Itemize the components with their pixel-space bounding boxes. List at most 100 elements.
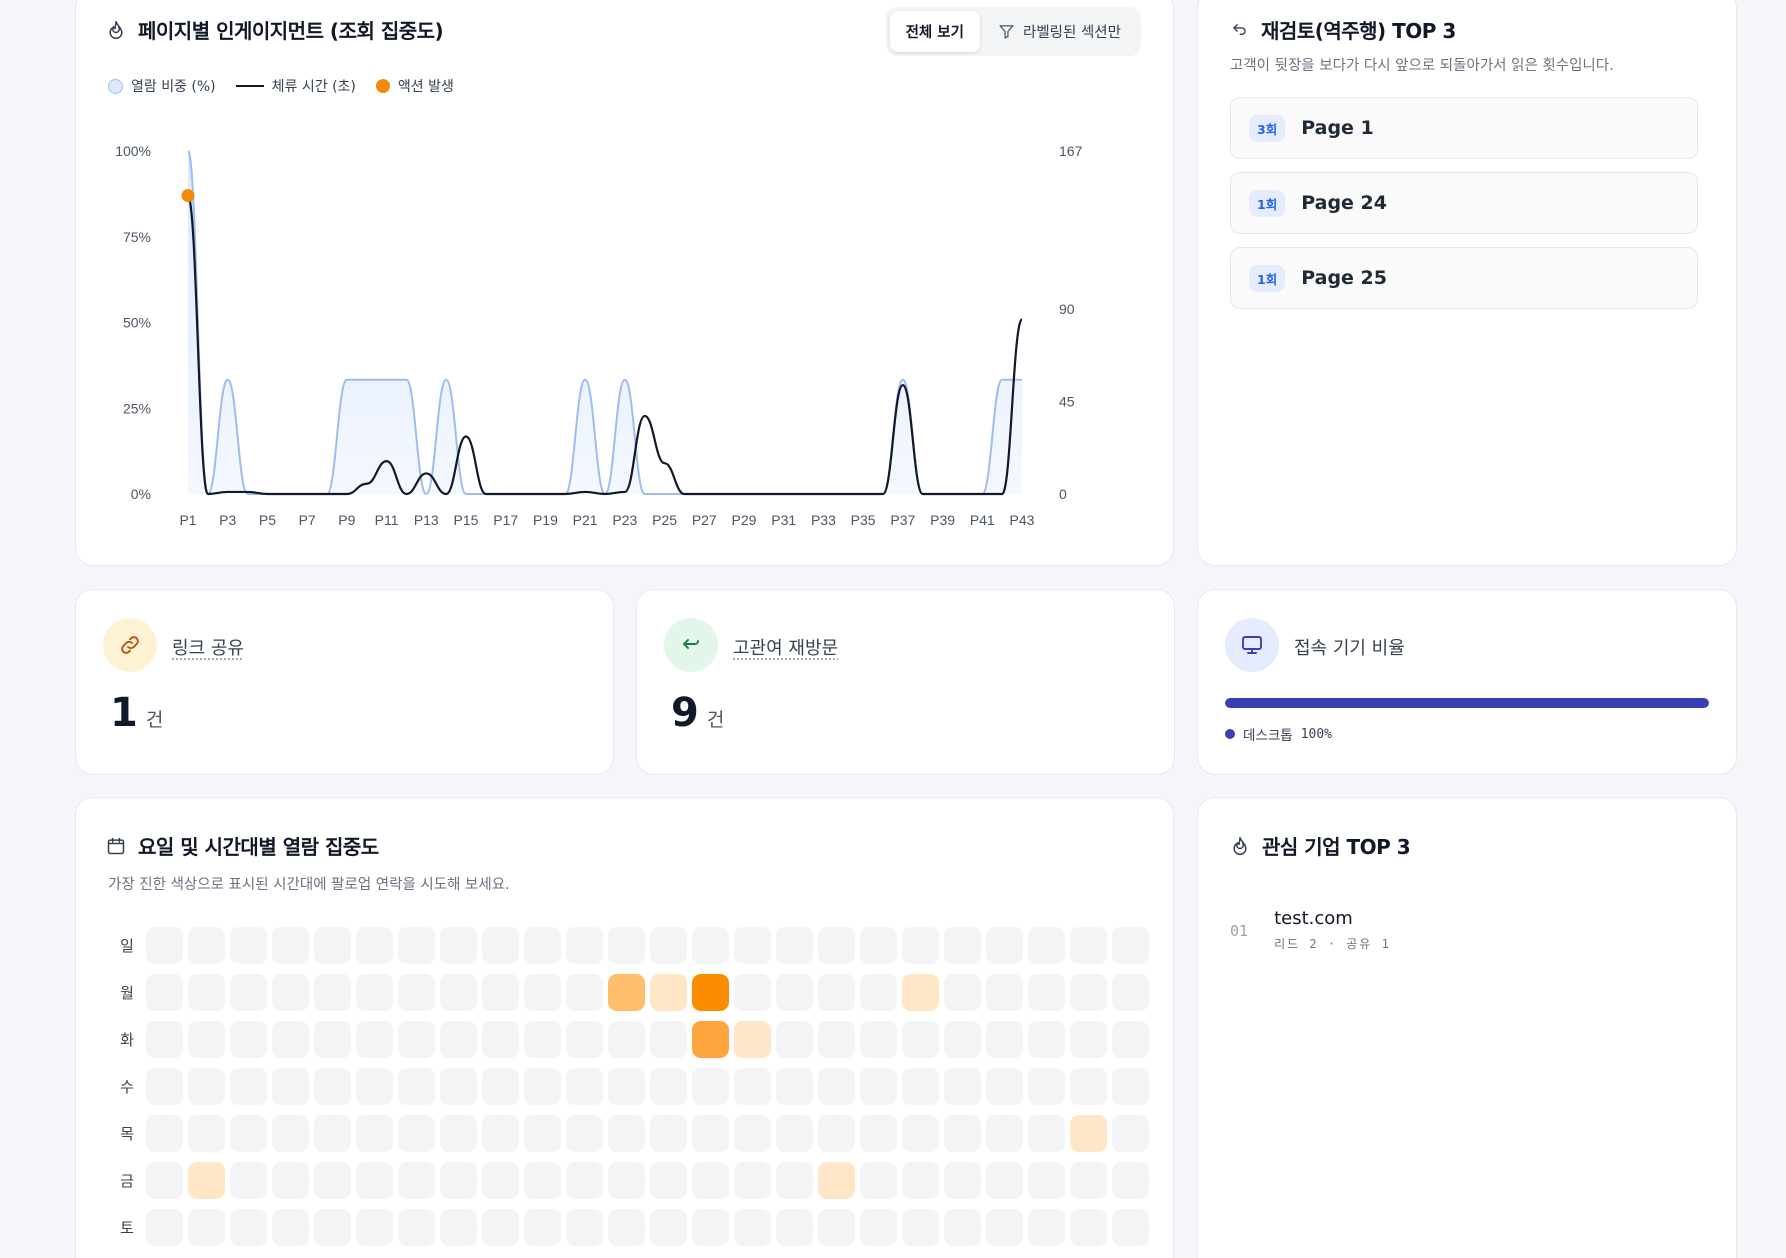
heatmap-cell[interactable] xyxy=(188,927,225,964)
heatmap-cell[interactable] xyxy=(1070,1021,1107,1058)
heatmap-cell[interactable] xyxy=(440,1068,477,1105)
heatmap-cell[interactable] xyxy=(776,1115,813,1152)
legend-view-ratio[interactable]: 열람 비중 (%) xyxy=(108,76,216,96)
heatmap-cell[interactable] xyxy=(986,1021,1023,1058)
heatmap-cell[interactable] xyxy=(902,974,939,1011)
heatmap-cell[interactable] xyxy=(524,1068,561,1105)
heatmap-cell[interactable] xyxy=(986,1115,1023,1152)
heatmap-cell[interactable] xyxy=(734,1068,771,1105)
heatmap-cell[interactable] xyxy=(692,1021,729,1058)
heatmap-cell[interactable] xyxy=(734,927,771,964)
list-item[interactable]: 1회 Page 25 xyxy=(1230,247,1698,309)
heatmap-cell[interactable] xyxy=(230,1021,267,1058)
heatmap-cell[interactable] xyxy=(524,927,561,964)
heatmap-cell[interactable] xyxy=(608,1162,645,1199)
heatmap-cell[interactable] xyxy=(1112,1209,1149,1246)
heatmap-cell[interactable] xyxy=(356,974,393,1011)
heatmap-cell[interactable] xyxy=(650,1068,687,1105)
heatmap-cell[interactable] xyxy=(524,974,561,1011)
heatmap-cell[interactable] xyxy=(986,1162,1023,1199)
heatmap-cell[interactable] xyxy=(608,1209,645,1246)
heatmap-cell[interactable] xyxy=(944,1162,981,1199)
list-item[interactable]: 1회 Page 24 xyxy=(1230,172,1698,234)
heatmap-cell[interactable] xyxy=(1112,1068,1149,1105)
link-share-label[interactable]: 링크 공유 xyxy=(172,634,244,660)
heatmap-cell[interactable] xyxy=(692,1068,729,1105)
heatmap-cell[interactable] xyxy=(188,1162,225,1199)
heatmap-cell[interactable] xyxy=(860,1021,897,1058)
heatmap-cell[interactable] xyxy=(986,974,1023,1011)
heatmap-cell[interactable] xyxy=(902,1021,939,1058)
heatmap-cell[interactable] xyxy=(440,927,477,964)
heatmap-cell[interactable] xyxy=(230,927,267,964)
heatmap-cell[interactable] xyxy=(818,1209,855,1246)
heatmap-cell[interactable] xyxy=(146,974,183,1011)
heatmap-cell[interactable] xyxy=(734,1021,771,1058)
heatmap-cell[interactable] xyxy=(1070,974,1107,1011)
heatmap-cell[interactable] xyxy=(146,1068,183,1105)
heatmap-cell[interactable] xyxy=(1028,1115,1065,1152)
heatmap-cell[interactable] xyxy=(944,1021,981,1058)
heatmap-cell[interactable] xyxy=(482,974,519,1011)
heatmap-cell[interactable] xyxy=(356,1162,393,1199)
all-view-button[interactable]: 전체 보기 xyxy=(890,11,980,52)
heatmap-cell[interactable] xyxy=(608,1021,645,1058)
heatmap-cell[interactable] xyxy=(356,1021,393,1058)
heatmap-cell[interactable] xyxy=(734,1115,771,1152)
heatmap-cell[interactable] xyxy=(524,1162,561,1199)
heatmap-cell[interactable] xyxy=(146,927,183,964)
heatmap-cell[interactable] xyxy=(272,1068,309,1105)
heatmap-cell[interactable] xyxy=(608,1115,645,1152)
heatmap-cell[interactable] xyxy=(902,927,939,964)
heatmap-cell[interactable] xyxy=(1028,1162,1065,1199)
heatmap-cell[interactable] xyxy=(398,1021,435,1058)
heatmap-cell[interactable] xyxy=(692,927,729,964)
heatmap-cell[interactable] xyxy=(188,1209,225,1246)
heatmap-cell[interactable] xyxy=(692,1209,729,1246)
heatmap-cell[interactable] xyxy=(188,1115,225,1152)
heatmap-cell[interactable] xyxy=(860,927,897,964)
heatmap-cell[interactable] xyxy=(650,1162,687,1199)
heatmap-cell[interactable] xyxy=(650,1115,687,1152)
heatmap-cell[interactable] xyxy=(272,974,309,1011)
heatmap-cell[interactable] xyxy=(692,1115,729,1152)
heatmap-cell[interactable] xyxy=(524,1115,561,1152)
heatmap-cell[interactable] xyxy=(566,1021,603,1058)
heatmap-cell[interactable] xyxy=(944,1115,981,1152)
heatmap-cell[interactable] xyxy=(398,1068,435,1105)
heatmap-cell[interactable] xyxy=(356,1068,393,1105)
heatmap-cell[interactable] xyxy=(566,927,603,964)
heatmap-cell[interactable] xyxy=(776,1209,813,1246)
heatmap-cell[interactable] xyxy=(482,1162,519,1199)
heatmap-cell[interactable] xyxy=(1028,974,1065,1011)
heatmap-cell[interactable] xyxy=(1028,927,1065,964)
heatmap-cell[interactable] xyxy=(272,927,309,964)
heatmap-cell[interactable] xyxy=(734,974,771,1011)
heatmap-cell[interactable] xyxy=(944,974,981,1011)
heatmap-cell[interactable] xyxy=(818,1068,855,1105)
list-item[interactable]: 3회 Page 1 xyxy=(1230,97,1698,159)
heatmap-cell[interactable] xyxy=(188,974,225,1011)
heatmap-cell[interactable] xyxy=(692,974,729,1011)
heatmap-cell[interactable] xyxy=(398,974,435,1011)
heatmap-cell[interactable] xyxy=(314,1115,351,1152)
heatmap-cell[interactable] xyxy=(1070,1209,1107,1246)
heatmap-cell[interactable] xyxy=(650,927,687,964)
heatmap-cell[interactable] xyxy=(986,927,1023,964)
heatmap-cell[interactable] xyxy=(566,1209,603,1246)
heatmap-cell[interactable] xyxy=(986,1068,1023,1105)
heatmap-cell[interactable] xyxy=(314,1162,351,1199)
heatmap-cell[interactable] xyxy=(776,1162,813,1199)
heatmap-cell[interactable] xyxy=(1112,974,1149,1011)
heatmap-cell[interactable] xyxy=(146,1162,183,1199)
heatmap-cell[interactable] xyxy=(482,1115,519,1152)
heatmap-cell[interactable] xyxy=(440,1115,477,1152)
heatmap-cell[interactable] xyxy=(314,974,351,1011)
heatmap-cell[interactable] xyxy=(944,1209,981,1246)
heatmap-cell[interactable] xyxy=(944,1068,981,1105)
heatmap-cell[interactable] xyxy=(314,1021,351,1058)
heatmap-cell[interactable] xyxy=(1070,1115,1107,1152)
heatmap-cell[interactable] xyxy=(314,927,351,964)
heatmap-cell[interactable] xyxy=(398,1115,435,1152)
heatmap-cell[interactable] xyxy=(230,1209,267,1246)
